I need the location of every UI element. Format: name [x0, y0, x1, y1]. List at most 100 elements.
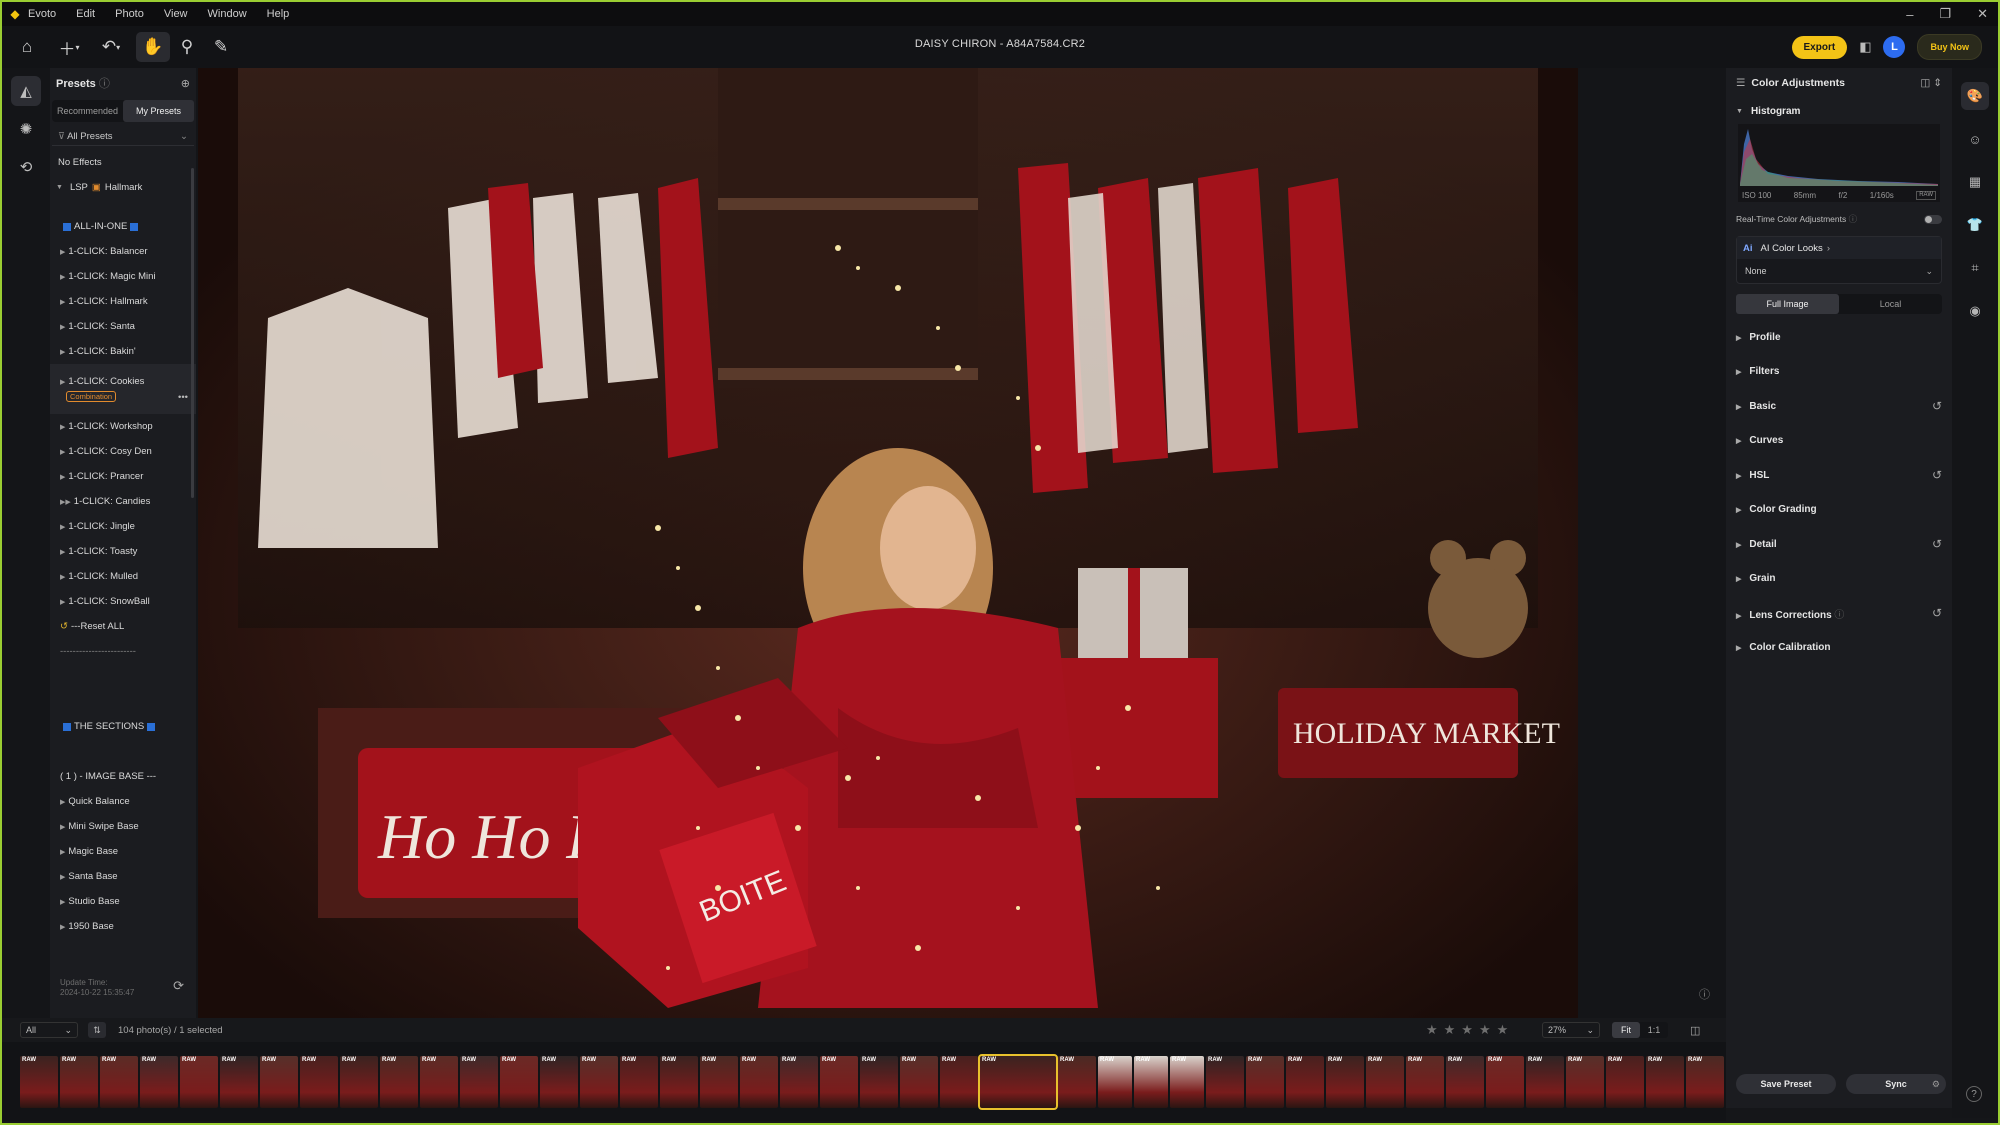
- filmstrip-thumbnail[interactable]: RAW: [1606, 1056, 1644, 1108]
- preset-item[interactable]: ▶ 1-CLICK: Balancer: [50, 239, 196, 264]
- filmstrip-thumbnail[interactable]: RAW: [1246, 1056, 1284, 1108]
- filmstrip-thumbnail[interactable]: RAW: [1446, 1056, 1484, 1108]
- filmstrip-thumbnail[interactable]: RAW: [60, 1056, 98, 1108]
- preset-item[interactable]: ▶ 1-CLICK: Jingle: [50, 514, 196, 539]
- preset-item[interactable]: ▶ 1-CLICK: Santa: [50, 314, 196, 339]
- preset-item[interactable]: ▶ 1-CLICK: Hallmark: [50, 289, 196, 314]
- menu-help[interactable]: Help: [257, 8, 300, 20]
- preset-item[interactable]: ▶ 1-CLICK: Magic Mini: [50, 264, 196, 289]
- preset-item[interactable]: ▶ Magic Base: [50, 839, 196, 864]
- tab-full-image[interactable]: Full Image: [1736, 294, 1839, 314]
- rating-stars[interactable]: ★★★★★: [1426, 1022, 1514, 1038]
- filmstrip-thumbnail[interactable]: RAW: [820, 1056, 858, 1108]
- export-button[interactable]: Export: [1791, 35, 1848, 59]
- clothing-icon[interactable]: 👕: [1961, 211, 1989, 239]
- filmstrip-thumbnail[interactable]: RAW: [260, 1056, 298, 1108]
- preset-item[interactable]: ▶ 1-CLICK: Prancer: [50, 464, 196, 489]
- sync-button[interactable]: Sync ⚙: [1846, 1074, 1946, 1094]
- filmstrip-thumbnail[interactable]: RAW: [780, 1056, 818, 1108]
- hand-tool-icon[interactable]: ✋: [136, 32, 170, 62]
- no-effects-item[interactable]: No Effects: [50, 150, 196, 175]
- reset-icon[interactable]: ↺: [1932, 468, 1942, 482]
- filmstrip-thumbnail[interactable]: RAW: [1098, 1056, 1132, 1108]
- histogram-header[interactable]: ▼ Histogram: [1726, 98, 1952, 124]
- filmstrip-thumbnail[interactable]: RAW: [620, 1056, 658, 1108]
- ai-looks-select[interactable]: None ⌄: [1737, 259, 1941, 283]
- background-icon[interactable]: ▦: [1961, 168, 1989, 196]
- filmstrip-thumbnail[interactable]: RAW: [1134, 1056, 1168, 1108]
- filmstrip-thumbnail[interactable]: RAW: [340, 1056, 378, 1108]
- image-info-icon[interactable]: ⓘ: [1699, 986, 1710, 1002]
- filmstrip-thumbnail[interactable]: RAW: [978, 1054, 1058, 1110]
- face-retouch-icon[interactable]: ☺: [1961, 125, 1989, 153]
- section-filters[interactable]: ▶ Filters: [1726, 355, 1952, 390]
- filmstrip-thumbnail[interactable]: RAW: [20, 1056, 58, 1108]
- menu-photo[interactable]: Photo: [105, 8, 154, 20]
- preset-item-selected[interactable]: ▶ 1-CLICK: Cookies Combination •••: [50, 364, 196, 414]
- filmstrip-thumbnail[interactable]: RAW: [420, 1056, 458, 1108]
- undo-icon[interactable]: ↶ ▾: [94, 32, 128, 62]
- filmstrip-thumbnail[interactable]: RAW: [1366, 1056, 1404, 1108]
- section-basic[interactable]: ▶ Basic ↺: [1726, 389, 1952, 424]
- more-icon[interactable]: •••: [178, 392, 188, 403]
- brush-tool-icon[interactable]: ✎: [204, 32, 238, 62]
- reset-icon[interactable]: ↺: [1932, 606, 1942, 620]
- stamp-tool-icon[interactable]: ⚲: [170, 32, 204, 62]
- preset-item[interactable]: ▶ 1-CLICK: Toasty: [50, 539, 196, 564]
- tab-local[interactable]: Local: [1839, 294, 1942, 314]
- tab-recommended[interactable]: Recommended: [52, 100, 123, 122]
- preset-item[interactable]: ▶ Santa Base: [50, 864, 196, 889]
- edited-photo[interactable]: Ho Ho Ho HOLIDAY MARKET BOITE: [198, 68, 1578, 1018]
- filmstrip-thumbnail[interactable]: RAW: [380, 1056, 418, 1108]
- filmstrip-thumbnail[interactable]: RAW: [1526, 1056, 1564, 1108]
- filmstrip-thumbnail[interactable]: RAW: [220, 1056, 258, 1108]
- maximize-icon[interactable]: ❐: [1939, 6, 1951, 22]
- home-icon[interactable]: ⌂: [10, 32, 44, 62]
- filmstrip-thumbnail[interactable]: RAW: [500, 1056, 538, 1108]
- filmstrip-thumbnail[interactable]: RAW: [1686, 1056, 1724, 1108]
- filmstrip-thumbnail[interactable]: RAW: [180, 1056, 218, 1108]
- filmstrip-thumbnail[interactable]: RAW: [1326, 1056, 1364, 1108]
- menu-app[interactable]: Evoto: [24, 8, 66, 20]
- section-lens-corrections[interactable]: ▶ Lens Corrections ⓘ ↺: [1726, 596, 1952, 631]
- filmstrip-thumbnail[interactable]: RAW: [940, 1056, 978, 1108]
- fit-button[interactable]: Fit: [1612, 1022, 1640, 1038]
- image-canvas[interactable]: Ho Ho Ho HOLIDAY MARKET BOITE ⓘ: [196, 68, 1726, 1018]
- filmstrip-filter[interactable]: All ⌄: [20, 1022, 78, 1038]
- panel-toggle-icon[interactable]: ◧: [1859, 39, 1871, 55]
- filmstrip-thumbnail[interactable]: RAW: [700, 1056, 738, 1108]
- presets-filter-dropdown[interactable]: ⊽ All Presets ⌄: [52, 128, 194, 146]
- filmstrip-thumbnail[interactable]: RAW: [580, 1056, 618, 1108]
- section-color-grading[interactable]: ▶ Color Grading: [1726, 493, 1952, 528]
- preset-item[interactable]: ▶ 1-CLICK: Workshop: [50, 414, 196, 439]
- filmstrip-thumbnail[interactable]: RAW: [1058, 1056, 1096, 1108]
- filmstrip-thumbnail[interactable]: RAW: [540, 1056, 578, 1108]
- buy-now-button[interactable]: Buy Now: [1917, 34, 1982, 60]
- save-preset-button[interactable]: Save Preset: [1736, 1074, 1836, 1094]
- image-base-item[interactable]: ( 1 ) - IMAGE BASE ---: [50, 764, 196, 789]
- filmstrip-thumbnail[interactable]: RAW: [1646, 1056, 1684, 1108]
- section-color-calibration[interactable]: ▶ Color Calibration: [1726, 631, 1952, 666]
- section-detail[interactable]: ▶ Detail ↺: [1726, 527, 1952, 562]
- menu-view[interactable]: View: [154, 8, 198, 20]
- preset-item[interactable]: ▶ 1-CLICK: Bakin': [50, 339, 196, 364]
- section-grain[interactable]: ▶ Grain: [1726, 562, 1952, 597]
- preset-item[interactable]: ▶ Mini Swipe Base: [50, 814, 196, 839]
- add-preset-icon[interactable]: ⊕: [181, 77, 190, 90]
- section-profile[interactable]: ▶ Profile: [1726, 320, 1952, 355]
- zoom-select[interactable]: 27% ⌄: [1542, 1022, 1600, 1038]
- help-icon[interactable]: ?: [1966, 1086, 1982, 1102]
- filmstrip-thumbnail[interactable]: RAW: [1286, 1056, 1324, 1108]
- preset-item[interactable]: ▶ 1950 Base: [50, 914, 196, 939]
- preset-group[interactable]: ▼ LSP ▣ Hallmark: [50, 175, 196, 200]
- reset-icon[interactable]: ↺: [1932, 537, 1942, 551]
- tab-my-presets[interactable]: My Presets: [123, 100, 194, 122]
- sync-settings-icon[interactable]: ⚙: [1932, 1079, 1940, 1090]
- minimize-icon[interactable]: –: [1906, 7, 1913, 22]
- reset-all-item[interactable]: ↺ ---Reset ALL: [50, 614, 196, 639]
- realtime-toggle[interactable]: [1924, 214, 1942, 224]
- filmstrip-thumbnail[interactable]: RAW: [460, 1056, 498, 1108]
- compare-icon[interactable]: ◫: [1690, 1024, 1700, 1037]
- camera-icon[interactable]: ◉: [1961, 297, 1989, 325]
- preset-item[interactable]: ▶ 1-CLICK: SnowBall: [50, 589, 196, 614]
